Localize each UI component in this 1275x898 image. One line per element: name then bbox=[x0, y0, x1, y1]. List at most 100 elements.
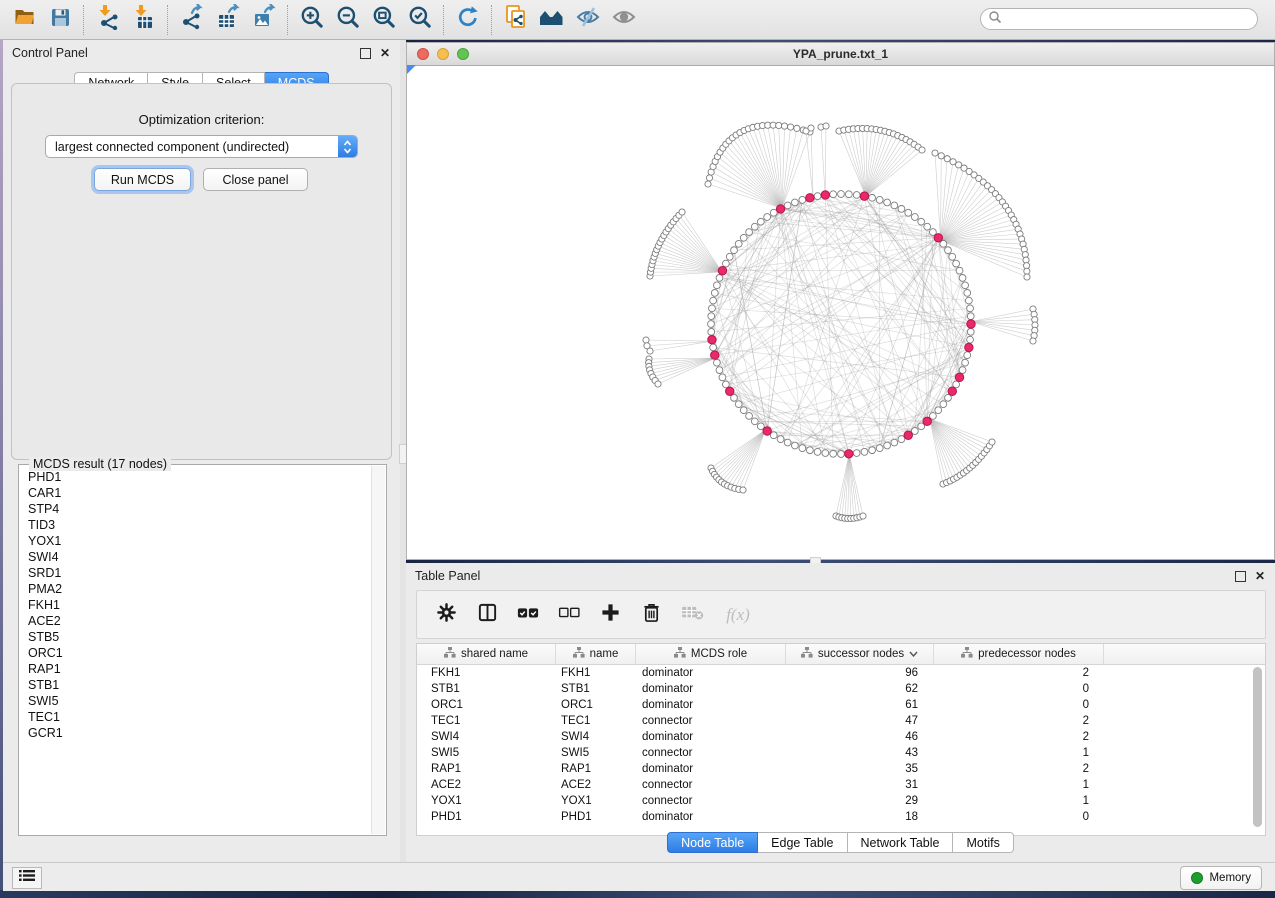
mcds-result-item[interactable]: TEC1 bbox=[21, 709, 371, 725]
save-button[interactable] bbox=[42, 4, 78, 36]
zoom-selected-button[interactable] bbox=[402, 4, 438, 36]
mcds-result-item[interactable]: YOX1 bbox=[21, 533, 371, 549]
column-header-shared-name[interactable]: shared name bbox=[417, 644, 556, 664]
delete-table-icon bbox=[681, 604, 704, 626]
mcds-result-item[interactable]: PMA2 bbox=[21, 581, 371, 597]
hide-selected-button[interactable] bbox=[570, 4, 606, 36]
column-header-predecessor-nodes[interactable]: predecessor nodes bbox=[934, 644, 1104, 664]
deselect-all-button[interactable] bbox=[557, 603, 581, 627]
mcds-result-item[interactable]: TID3 bbox=[21, 517, 371, 533]
table-row[interactable]: PHD1PHD1dominator180 bbox=[417, 809, 1265, 825]
table-cell: dominator bbox=[636, 809, 786, 825]
mcds-result-item[interactable]: PHD1 bbox=[21, 469, 371, 485]
select-all-button[interactable] bbox=[516, 603, 540, 627]
network-canvas[interactable] bbox=[407, 65, 1274, 559]
apply-layout-button[interactable] bbox=[450, 4, 486, 36]
column-header-successor-nodes[interactable]: successor nodes bbox=[786, 644, 934, 664]
mcds-result-item[interactable]: ORC1 bbox=[21, 645, 371, 661]
table-row[interactable]: FKH1FKH1dominator962 bbox=[417, 665, 1265, 681]
open-button[interactable] bbox=[6, 4, 42, 36]
table-cell: RAP1 bbox=[556, 761, 636, 777]
mcds-result-item[interactable]: SWI4 bbox=[21, 549, 371, 565]
mcds-result-item[interactable]: SRD1 bbox=[21, 565, 371, 581]
import-table-button[interactable] bbox=[126, 4, 162, 36]
zoom-out-icon bbox=[335, 4, 361, 35]
import-table-icon bbox=[131, 4, 157, 35]
tab-edge-table[interactable]: Edge Table bbox=[758, 832, 847, 853]
optimization-criterion-select[interactable]: largest connected component (undirected) bbox=[45, 135, 358, 158]
columns-icon bbox=[477, 602, 498, 628]
memory-button[interactable]: Memory bbox=[1180, 866, 1262, 890]
mcds-result-item[interactable]: FKH1 bbox=[21, 597, 371, 613]
mcds-result-item[interactable]: GCR1 bbox=[21, 725, 371, 741]
table-scrollbar-thumb[interactable] bbox=[1253, 667, 1262, 827]
close-panel-button[interactable]: Close panel bbox=[203, 168, 308, 191]
zoom-in-button[interactable] bbox=[294, 4, 330, 36]
zoom-out-button[interactable] bbox=[330, 4, 366, 36]
table-row[interactable]: ORC1ORC1dominator610 bbox=[417, 697, 1265, 713]
column-header-MCDS-role[interactable]: MCDS role bbox=[636, 644, 786, 664]
export-styles-button[interactable] bbox=[498, 4, 534, 36]
show-all-button[interactable] bbox=[606, 4, 642, 36]
table-cell: STB1 bbox=[556, 681, 636, 697]
tab-network-table[interactable]: Network Table bbox=[848, 832, 954, 853]
refresh-icon bbox=[455, 4, 481, 35]
column-header-name[interactable]: name bbox=[556, 644, 636, 664]
mcds-result-item[interactable]: STB5 bbox=[21, 629, 371, 645]
network-view-window: YPA_prune.txt_1 bbox=[406, 42, 1275, 560]
mcds-result-item[interactable]: CAR1 bbox=[21, 485, 371, 501]
create-column-button[interactable] bbox=[598, 603, 622, 627]
table-row[interactable]: SWI5SWI5connector431 bbox=[417, 745, 1265, 761]
show-columns-button[interactable] bbox=[475, 603, 499, 627]
search-box[interactable] bbox=[980, 8, 1258, 30]
table-cell: 43 bbox=[786, 745, 934, 761]
close-panel-icon[interactable]: ✕ bbox=[1255, 572, 1265, 581]
table-row[interactable]: STB1STB1dominator620 bbox=[417, 681, 1265, 697]
tab-motifs[interactable]: Motifs bbox=[953, 832, 1013, 853]
search-input[interactable] bbox=[1002, 11, 1257, 27]
plus-icon bbox=[601, 603, 620, 627]
first-neighbors-button[interactable] bbox=[534, 4, 570, 36]
delete-column-button[interactable] bbox=[639, 603, 663, 627]
float-panel-icon[interactable] bbox=[360, 48, 371, 59]
first-neighbors-icon bbox=[538, 4, 566, 35]
table-cell: ACE2 bbox=[417, 777, 556, 793]
table-settings-button[interactable] bbox=[434, 603, 458, 627]
table-cell: PHD1 bbox=[417, 809, 556, 825]
table-cell: PHD1 bbox=[556, 809, 636, 825]
export-table-button[interactable] bbox=[210, 4, 246, 36]
run-mcds-button[interactable]: Run MCDS bbox=[94, 168, 191, 191]
table-cell: dominator bbox=[636, 697, 786, 713]
table-row[interactable]: ACE2ACE2connector311 bbox=[417, 777, 1265, 793]
import-network-button[interactable] bbox=[90, 4, 126, 36]
table-cell: connector bbox=[636, 745, 786, 761]
mcds-result-item[interactable]: RAP1 bbox=[21, 661, 371, 677]
eye-icon bbox=[610, 4, 638, 35]
export-network-button[interactable] bbox=[174, 4, 210, 36]
float-panel-icon[interactable] bbox=[1235, 571, 1246, 582]
network-window-titlebar[interactable]: YPA_prune.txt_1 bbox=[407, 43, 1274, 66]
mcds-list-scrollbar[interactable] bbox=[371, 466, 385, 834]
table-row[interactable]: YOX1YOX1connector291 bbox=[417, 793, 1265, 809]
table-row[interactable]: SWI4SWI4dominator462 bbox=[417, 729, 1265, 745]
table-row[interactable]: TEC1TEC1connector472 bbox=[417, 713, 1265, 729]
sort-descending-icon bbox=[909, 648, 918, 660]
tab-node-table[interactable]: Node Table bbox=[667, 832, 758, 853]
table-scrollbar[interactable] bbox=[1252, 667, 1263, 831]
mcds-result-item[interactable]: STB1 bbox=[21, 677, 371, 693]
export-image-button[interactable] bbox=[246, 4, 282, 36]
zoom-fit-button[interactable] bbox=[366, 4, 402, 36]
table-cell: ACE2 bbox=[556, 777, 636, 793]
table-row[interactable]: RAP1RAP1dominator352 bbox=[417, 761, 1265, 777]
table-cell: 29 bbox=[786, 793, 934, 809]
selected-criterion-value: largest connected component (undirected) bbox=[46, 140, 338, 154]
task-history-button[interactable] bbox=[12, 867, 42, 889]
hierarchy-icon bbox=[801, 647, 813, 661]
mcds-result-item[interactable]: SWI5 bbox=[21, 693, 371, 709]
search-icon bbox=[988, 10, 1002, 29]
mcds-result-item[interactable]: ACE2 bbox=[21, 613, 371, 629]
mcds-result-item[interactable]: STP4 bbox=[21, 501, 371, 517]
table-cell: connector bbox=[636, 713, 786, 729]
trash-icon bbox=[642, 602, 661, 628]
close-panel-icon[interactable]: ✕ bbox=[380, 49, 390, 58]
